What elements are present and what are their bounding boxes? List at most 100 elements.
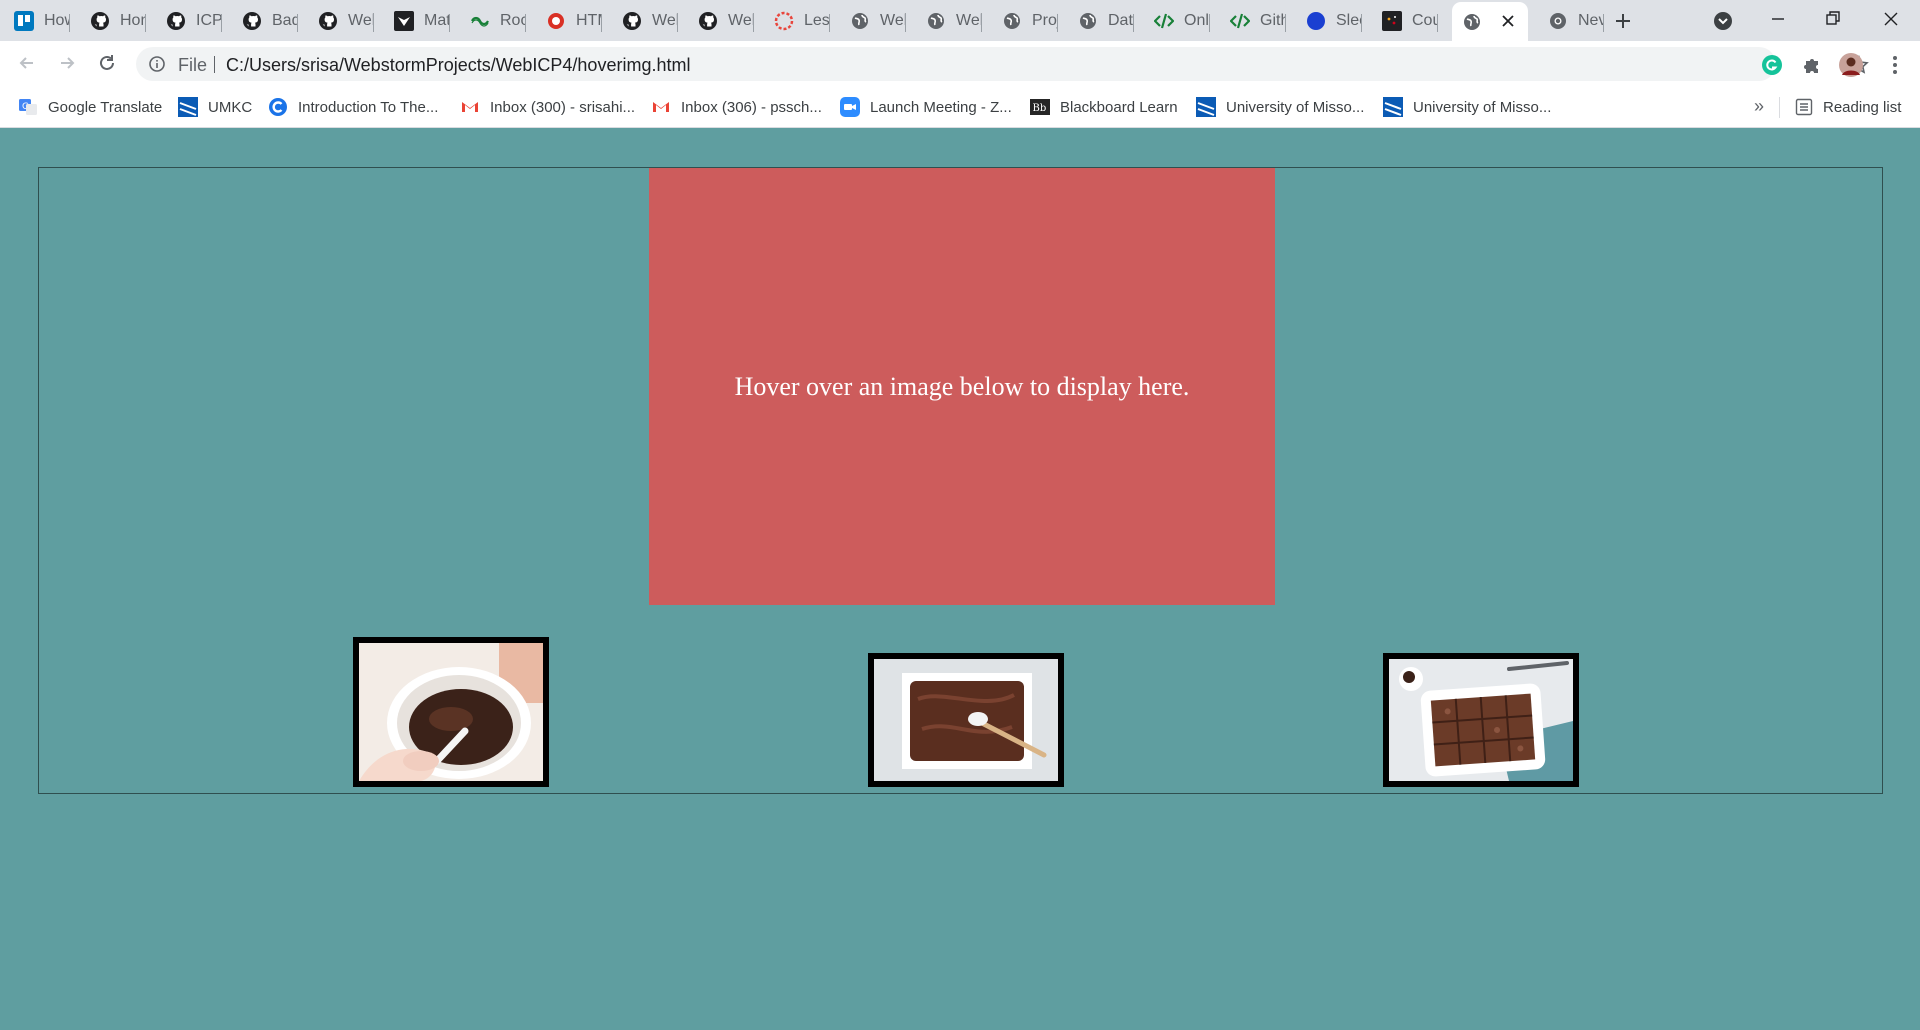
c-icon (268, 97, 288, 117)
tab[interactable]: ICP: (160, 5, 222, 37)
bookmark-label: Google Translate (48, 98, 163, 116)
github-icon (698, 11, 718, 31)
image-display-area: Hover over an image below to display her… (649, 168, 1275, 605)
bookmark-item[interactable]: University of Misso... (1383, 96, 1551, 118)
tab-separator (677, 14, 678, 32)
tab-separator (905, 14, 906, 32)
tab[interactable]: Mat (388, 5, 450, 37)
tab-separator (1285, 14, 1286, 32)
tab-close-icon[interactable] (1499, 12, 1517, 30)
reading-list-button[interactable]: Reading list (1795, 96, 1901, 118)
tab-search-button[interactable] (1710, 8, 1736, 34)
tab-title: HTM (576, 12, 602, 29)
tab-separator (1361, 14, 1362, 32)
puzzle-icon (1804, 59, 1818, 73)
bookmark-label: Inbox (306) - pssch... (681, 98, 822, 116)
umkc-icon (1383, 97, 1403, 117)
tab-title: Onl (1184, 12, 1209, 29)
bookmarks-overflow-button[interactable]: » (1754, 96, 1764, 117)
tab-strip: How Hom ICP: Bad Wel Mat Roc HTM Wel Wel Less Wel We… (0, 0, 1920, 41)
tab-title: Mat (424, 12, 450, 29)
profile-avatar[interactable] (1839, 53, 1863, 77)
tab[interactable]: Onl (1148, 5, 1210, 37)
tab[interactable]: Proj (996, 5, 1058, 37)
reading-list-label: Reading list (1823, 98, 1902, 116)
forward-button[interactable] (52, 48, 82, 78)
page-content: Hover over an image below to display her… (0, 128, 1920, 1030)
tab[interactable]: How (8, 5, 70, 37)
bookmark-item[interactable]: Inbox (300) - srisahi... (460, 96, 635, 118)
tab[interactable]: Less (768, 5, 830, 37)
restore-button[interactable] (1813, 4, 1853, 34)
reload-button[interactable] (92, 48, 122, 78)
tab-separator (1603, 14, 1604, 32)
browser-menu-button[interactable] (1883, 53, 1907, 77)
coursera-icon (1382, 11, 1402, 31)
bookmark-item[interactable]: Bb Blackboard Learn (1030, 96, 1178, 118)
gmail-icon (651, 97, 671, 117)
tab[interactable]: Nev (1542, 5, 1604, 37)
tab[interactable]: Cou (1376, 5, 1438, 37)
new-tab-button[interactable] (1610, 9, 1636, 33)
github-icon (90, 11, 110, 31)
lesson-icon (774, 11, 794, 31)
bookmark-label: University of Misso... (1413, 98, 1552, 116)
tab[interactable]: Dat (1072, 5, 1134, 37)
mathway-icon (394, 11, 414, 31)
tab-title: Bad (272, 12, 298, 29)
batter-bowl-image (359, 643, 543, 781)
tab[interactable]: Wel (692, 5, 754, 37)
tab[interactable]: Slee (1300, 5, 1362, 37)
bookmarks-divider (1779, 97, 1780, 118)
rocket-icon (470, 11, 490, 31)
tab-title: Wel (728, 12, 754, 29)
thumbnail-batter-in-pan[interactable] (868, 653, 1064, 787)
extensions-button[interactable] (1800, 53, 1824, 77)
bookmarks-bar: » Reading list G Google Translate UMKC Intr… (0, 87, 1920, 128)
tab-separator (1133, 14, 1134, 32)
tab[interactable]: Wel (920, 5, 982, 37)
github-icon (318, 11, 338, 31)
tab[interactable]: Wel (616, 5, 678, 37)
tab[interactable]: Hom (84, 5, 146, 37)
github-icon (622, 11, 642, 31)
tab-separator (1437, 14, 1438, 32)
tab[interactable]: Wel (312, 5, 374, 37)
address-bar[interactable]: File C:/Users/srisa/WebstormProjects/Web… (136, 47, 1869, 81)
grammarly-extension-button[interactable] (1760, 53, 1784, 77)
back-arrow-icon (19, 57, 33, 69)
tab-title: Wel (348, 12, 374, 29)
back-button[interactable] (12, 48, 42, 78)
tab[interactable]: Bad (236, 5, 298, 37)
tab-title: Nev (1578, 12, 1604, 29)
bookmark-item[interactable]: UMKC (178, 96, 252, 118)
batter-pan-image (874, 659, 1058, 781)
tab-separator (145, 14, 146, 32)
url-text[interactable]: C:/Users/srisa/WebstormProjects/WebICP4/… (226, 55, 690, 76)
bookmark-label: University of Misso... (1226, 98, 1365, 116)
tab-title: Wel (652, 12, 678, 29)
thumbnail-baked-brownies[interactable] (1383, 653, 1579, 787)
tab[interactable]: Gith (1224, 5, 1286, 37)
chevron-down-circle-icon (1714, 12, 1732, 30)
url-divider (214, 56, 215, 73)
blackboard-icon: Bb (1030, 97, 1050, 117)
tab-title: Gith (1260, 12, 1286, 29)
thumbnail-batter-mixing-bowl[interactable] (353, 637, 549, 787)
bookmark-label: Inbox (300) - srisahi... (490, 98, 636, 116)
bookmark-item[interactable]: University of Misso... (1196, 96, 1364, 118)
tab-active[interactable] (1452, 2, 1528, 41)
bookmark-item[interactable]: Introduction To The... (268, 96, 438, 118)
tab[interactable]: HTM (540, 5, 602, 37)
close-window-button[interactable] (1871, 4, 1911, 34)
minimize-button[interactable] (1758, 4, 1798, 34)
tab[interactable]: Roc (464, 5, 526, 37)
bookmark-label: Launch Meeting - Z... (870, 98, 1012, 116)
globe-icon (1002, 11, 1022, 31)
bookmark-item[interactable]: Inbox (306) - pssch... (651, 96, 822, 118)
close-icon (1884, 12, 1898, 26)
info-icon[interactable] (148, 55, 166, 73)
bookmark-item[interactable]: Launch Meeting - Z... (840, 96, 1012, 118)
bookmark-item[interactable]: G Google Translate (18, 96, 162, 118)
tab[interactable]: Wel (844, 5, 906, 37)
